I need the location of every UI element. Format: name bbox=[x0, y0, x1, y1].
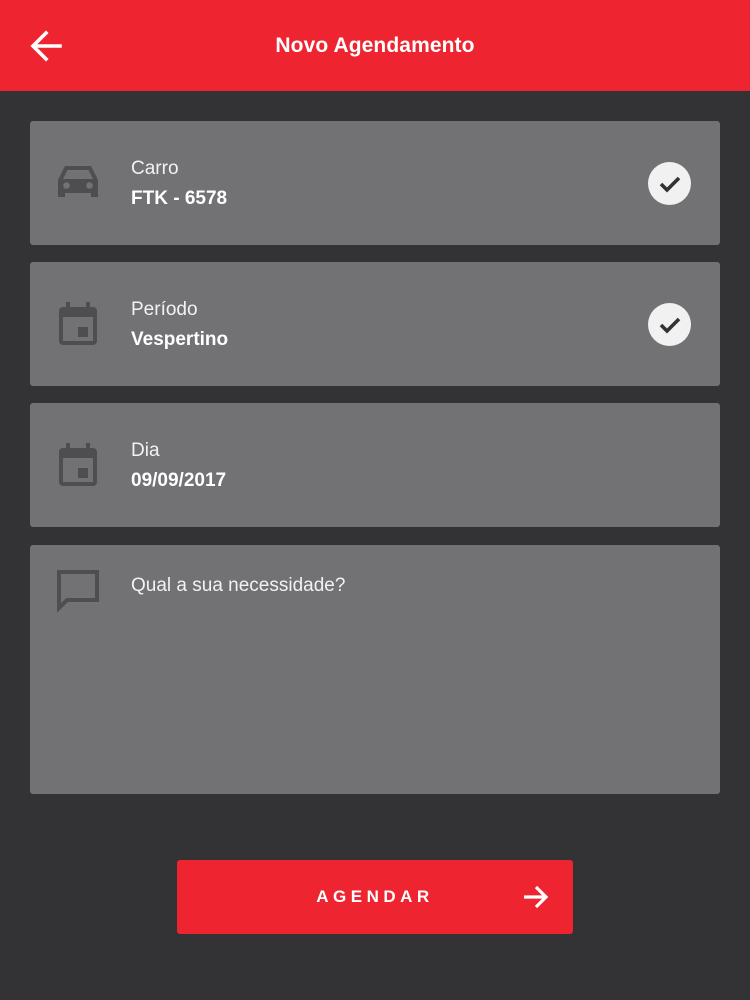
check-icon bbox=[659, 176, 680, 193]
period-label: Período bbox=[131, 299, 198, 320]
check-icon bbox=[659, 317, 680, 334]
car-icon bbox=[55, 159, 101, 205]
day-label: Dia bbox=[131, 440, 160, 461]
car-confirm-button[interactable] bbox=[648, 162, 691, 205]
calendar-icon bbox=[55, 301, 101, 347]
day-select-card[interactable]: Dia 09/09/2017 bbox=[30, 403, 720, 527]
car-value: FTK - 6578 bbox=[131, 188, 228, 209]
need-card[interactable]: Qual a sua necessidade? bbox=[30, 545, 720, 794]
schedule-button-label: AGENDAR bbox=[316, 887, 434, 906]
day-value: 09/09/2017 bbox=[131, 470, 227, 491]
need-input[interactable] bbox=[126, 565, 700, 774]
schedule-button[interactable]: AGENDAR bbox=[177, 860, 573, 934]
period-select-card[interactable]: Período Vespertino bbox=[30, 262, 720, 386]
calendar-icon bbox=[55, 442, 101, 488]
arrow-right-icon bbox=[521, 882, 551, 912]
car-label: Carro bbox=[131, 158, 179, 179]
app-bar: Novo Agendamento bbox=[0, 0, 750, 91]
car-select-card[interactable]: Carro FTK - 6578 bbox=[30, 121, 720, 245]
period-confirm-button[interactable] bbox=[648, 303, 691, 346]
message-icon bbox=[55, 567, 101, 613]
period-value: Vespertino bbox=[131, 329, 229, 350]
arrow-left-icon bbox=[30, 30, 62, 62]
page-title: Novo Agendamento bbox=[275, 33, 475, 57]
back-button[interactable] bbox=[26, 28, 66, 64]
